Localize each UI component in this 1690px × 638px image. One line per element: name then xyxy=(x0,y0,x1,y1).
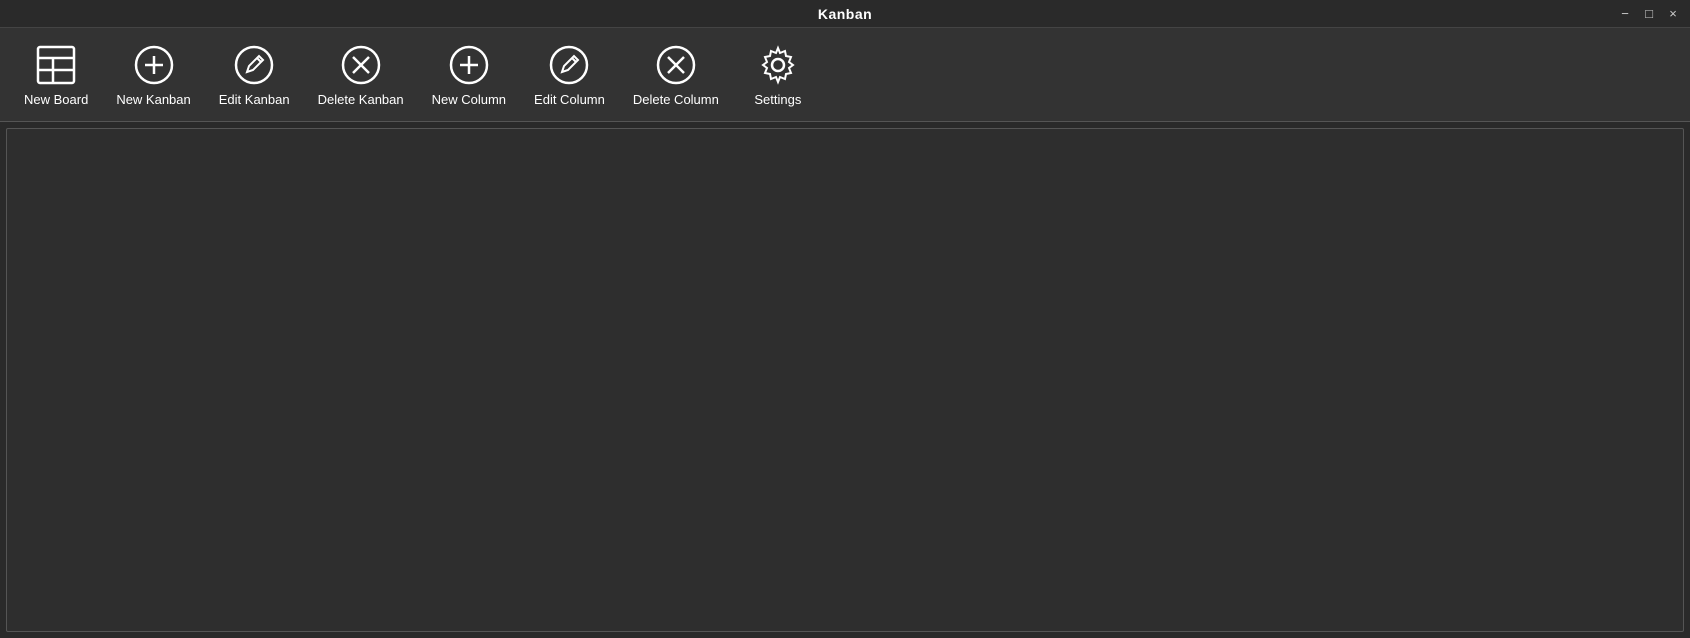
new-kanban-button[interactable]: New Kanban xyxy=(102,36,204,113)
delete-kanban-label: Delete Kanban xyxy=(318,92,404,107)
app-title: Kanban xyxy=(818,6,872,22)
delete-kanban-icon xyxy=(338,42,384,88)
new-column-label: New Column xyxy=(432,92,506,107)
new-column-icon xyxy=(446,42,492,88)
edit-column-button[interactable]: Edit Column xyxy=(520,36,619,113)
table-icon xyxy=(33,42,79,88)
edit-column-label: Edit Column xyxy=(534,92,605,107)
main-content-area xyxy=(6,128,1684,632)
settings-button[interactable]: Settings xyxy=(733,36,823,113)
minimize-button[interactable]: − xyxy=(1616,5,1634,23)
delete-column-button[interactable]: Delete Column xyxy=(619,36,733,113)
toolbar: New Board New Kanban Edit Kanban xyxy=(0,28,1690,122)
delete-column-label: Delete Column xyxy=(633,92,719,107)
close-button[interactable]: × xyxy=(1664,5,1682,23)
new-column-button[interactable]: New Column xyxy=(418,36,520,113)
window-controls: − □ × xyxy=(1616,5,1682,23)
new-kanban-icon xyxy=(131,42,177,88)
new-board-button[interactable]: New Board xyxy=(10,36,102,113)
title-bar: Kanban − □ × xyxy=(0,0,1690,28)
edit-column-icon xyxy=(546,42,592,88)
edit-kanban-button[interactable]: Edit Kanban xyxy=(205,36,304,113)
edit-kanban-label: Edit Kanban xyxy=(219,92,290,107)
maximize-button[interactable]: □ xyxy=(1640,5,1658,23)
edit-kanban-icon xyxy=(231,42,277,88)
delete-column-icon xyxy=(653,42,699,88)
gear-icon xyxy=(755,42,801,88)
new-kanban-label: New Kanban xyxy=(116,92,190,107)
settings-label: Settings xyxy=(754,92,801,107)
new-board-label: New Board xyxy=(24,92,88,107)
delete-kanban-button[interactable]: Delete Kanban xyxy=(304,36,418,113)
